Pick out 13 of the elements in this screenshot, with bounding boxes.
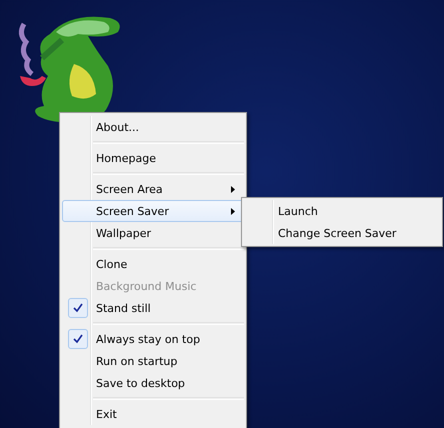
menu-item[interactable]: Always stay on top [62,328,244,350]
menu-item[interactable]: Change Screen Saver [244,222,440,244]
menu-item[interactable]: Screen Saver [62,200,244,222]
menu-item[interactable]: Run on startup [62,350,244,372]
menu-item[interactable]: Wallpaper [62,222,244,244]
menu-item[interactable]: Launch [244,200,440,222]
menu-item[interactable]: Homepage [62,147,244,169]
menu-item[interactable]: Stand still [62,297,244,319]
menu-item[interactable]: Screen Area [62,178,244,200]
menu-item[interactable]: Clone [62,253,244,275]
menu-item[interactable]: About... [62,116,244,138]
menu-item[interactable]: Save to desktop [62,372,244,394]
menu-item[interactable]: Exit [62,403,244,425]
